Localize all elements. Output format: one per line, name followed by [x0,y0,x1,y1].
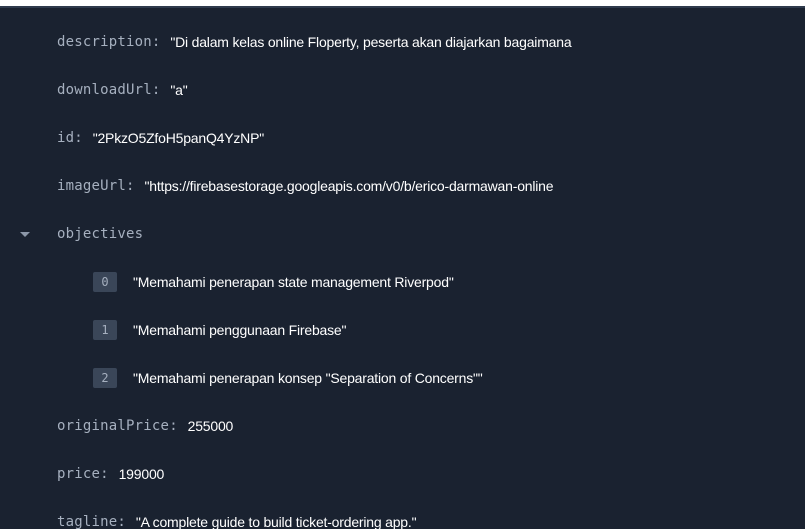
field-value: "a" [170,82,188,98]
field-row-id[interactable]: id: "2PkzO5ZfoH5panQ4YzNP" [0,123,805,153]
field-key: originalPrice [57,418,170,434]
field-colon: : [151,82,161,98]
field-value: 255000 [187,418,234,434]
array-index-badge: 0 [93,272,117,292]
field-key: downloadUrl [57,82,152,98]
field-key: description [57,34,152,50]
field-colon: : [151,34,161,50]
field-row-imageurl[interactable]: imageUrl: "https://firebasestorage.google… [0,171,805,201]
field-value: 199000 [118,466,165,482]
field-colon: : [117,514,126,529]
array-index-badge: 1 [93,320,117,340]
field-colon: : [169,418,178,434]
array-item-1[interactable]: 1 "Memahami penggunaan Firebase" [0,315,805,345]
field-key: imageUrl [57,178,127,194]
field-key: price [57,466,101,482]
array-item-2[interactable]: 2 "Memahami penerapan konsep "Separation … [0,363,805,393]
field-key: tagline [57,514,118,529]
field-colon: : [100,466,109,482]
array-item-0[interactable]: 0 "Memahami penerapan state management Ri… [0,267,805,297]
field-row-description[interactable]: description: "Di dalam kelas online Flope… [0,27,805,57]
field-value: "https://firebasestorage.googleapis.com/… [144,178,554,194]
field-value: "2PkzO5ZfoH5panQ4YzNP" [92,130,264,146]
field-key: id [57,130,75,146]
field-row-downloadurl[interactable]: downloadUrl: "a" [0,75,805,105]
array-item-value: "Memahami penggunaan Firebase" [133,322,347,338]
array-item-value: "Memahami penerapan state management Riv… [133,274,454,290]
array-index-badge: 2 [93,368,117,388]
field-colon: : [126,178,135,194]
field-key: objectives [57,226,144,242]
field-row-tagline[interactable]: tagline: "A complete guide to build ticke… [0,507,805,529]
array-item-value: "Memahami penerapan konsep "Separation o… [133,370,483,386]
document-fields-panel: description: "Di dalam kelas online Flope… [0,6,805,529]
field-value: "A complete guide to build ticket-orderi… [135,514,417,529]
field-value: "Di dalam kelas online Floperty, peserta… [170,34,572,50]
field-colon: : [74,130,83,146]
caret-down-icon[interactable] [20,231,30,237]
field-row-price[interactable]: price:199000 [0,459,805,489]
field-row-originalprice[interactable]: originalPrice:255000 [0,411,805,441]
field-row-objectives[interactable]: objectives [0,219,805,249]
